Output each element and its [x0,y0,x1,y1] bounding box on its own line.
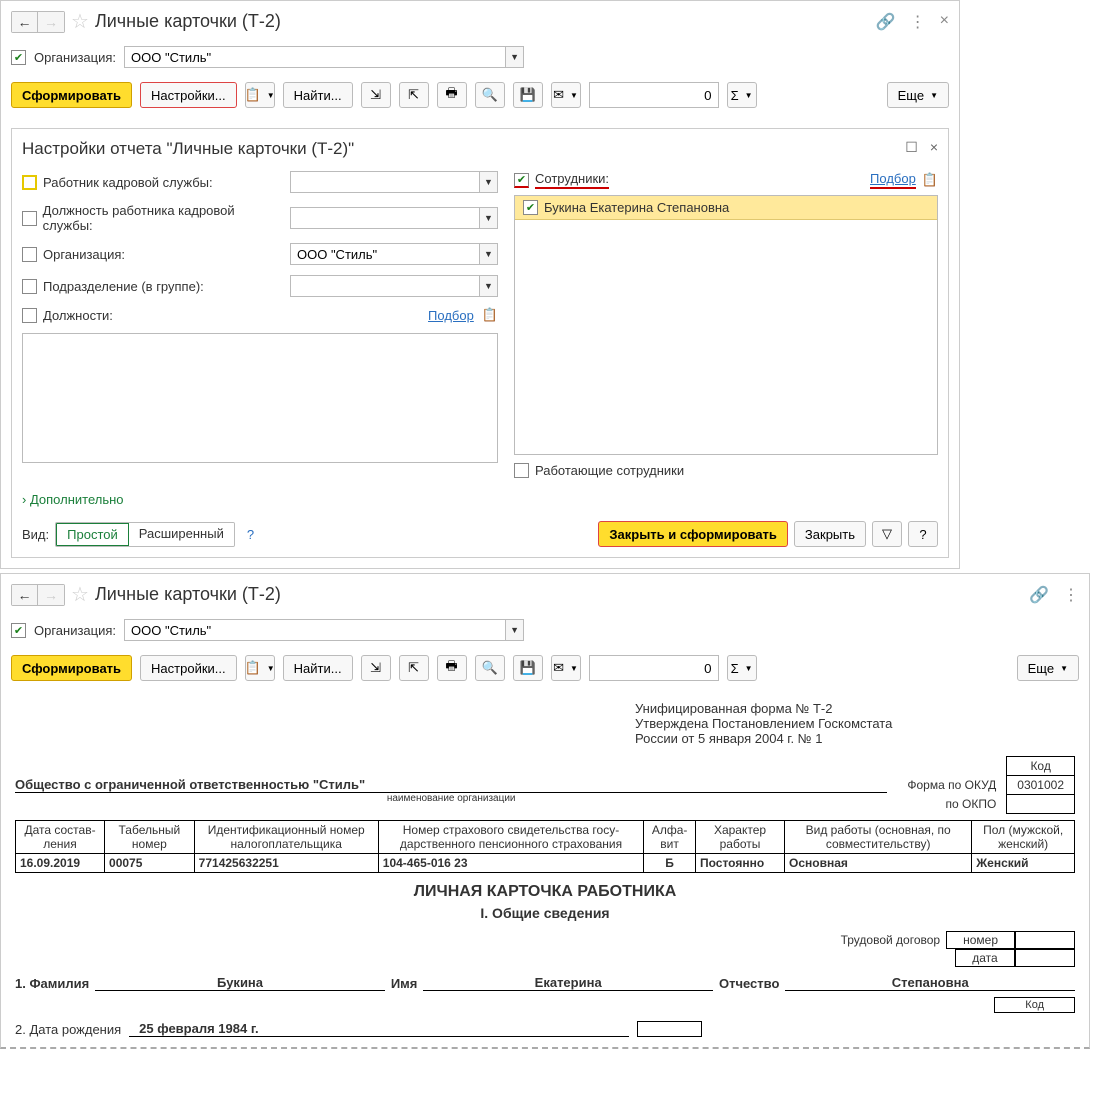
settings-button[interactable]: Настройки... [140,82,237,108]
more-button-2[interactable]: Еще▼ [1017,655,1079,681]
positions-pick[interactable]: Подбор [428,308,474,323]
org-label: Организация: [34,50,116,65]
hr-worker-chk[interactable] [22,175,37,190]
more-icon[interactable]: ⋮ [910,12,926,32]
dept-input[interactable] [291,276,479,296]
save-button-2[interactable]: 💾 [513,655,543,681]
main-table: Дата состав­ленияТабельный номерИдентифи… [15,820,1075,873]
save-button[interactable]: 💾 [513,82,543,108]
employees-pick[interactable]: Подбор [870,171,916,189]
star-icon-2[interactable]: ☆ [71,582,89,607]
paste-button[interactable]: 📋▼ [245,82,275,108]
expand-button-2[interactable]: ⇲ [361,655,391,681]
dept-chk[interactable] [22,279,37,294]
org2-input[interactable] [291,244,479,264]
org-combo-2[interactable] [125,620,505,640]
nav-back-2[interactable]: ← [12,585,38,605]
generate-button[interactable]: Сформировать [11,82,132,108]
employees-list[interactable]: Букина Екатерина Степановна [514,195,938,455]
code-table: Код Форма по ОКУД0301002 по ОКПО [897,756,1075,814]
mail-button[interactable]: ✉▼ [551,82,581,108]
org-combo[interactable] [125,47,505,67]
generate-button-2[interactable]: Сформировать [11,655,132,681]
preview-button[interactable]: 🔍 [475,82,505,108]
more-icon-2[interactable]: ⋮ [1063,585,1079,605]
num-field[interactable] [589,82,719,108]
preview-button-2[interactable]: 🔍 [475,655,505,681]
org-dropdown[interactable]: ▼ [505,47,523,67]
doc-org-name: Общество с ограниченной ответственностью… [15,777,887,793]
working-chk[interactable] [514,463,529,478]
hr-pos-chk[interactable] [22,211,37,226]
nav-fwd-2[interactable]: → [38,585,64,605]
link-icon[interactable]: 🔗 [876,12,896,32]
close-icon[interactable]: × [940,12,949,32]
nav-back[interactable]: ← [12,12,38,32]
window-title: Личные карточки (Т-2) [95,11,870,32]
positions-list[interactable] [22,333,498,463]
paste-button-2[interactable]: 📋▼ [245,655,275,681]
sigma-button-2[interactable]: Σ▼ [727,655,757,681]
collapse-button-2[interactable]: ⇱ [399,655,429,681]
panel-close[interactable]: × [930,139,938,156]
print-button-2[interactable]: 🖶 [437,655,467,681]
pos-chk[interactable] [22,308,37,323]
paste-icon-2[interactable]: 📋 [922,172,938,188]
view-ext[interactable]: Расширенный [129,523,234,546]
expand-button[interactable]: ⇲ [361,82,391,108]
paste-icon[interactable]: 📋 [482,307,498,323]
org-checkbox[interactable] [11,50,26,65]
star-icon[interactable]: ☆ [71,9,89,34]
link-icon-2[interactable]: 🔗 [1029,585,1049,605]
doc-section-1: I. Общие сведения [15,905,1075,921]
emp-row-chk[interactable] [523,200,538,215]
find-button-2[interactable]: Найти... [283,655,353,681]
num-field-2[interactable] [589,655,719,681]
hr-pos-input[interactable] [291,208,479,228]
view-simple[interactable]: Простой [56,523,129,546]
panel-title: Настройки отчета "Личные карточки (Т-2)" [22,139,938,159]
advanced-link[interactable]: Дополнительно [22,492,124,507]
org2-chk[interactable] [22,247,37,262]
panel-maximize[interactable]: ☐ [905,139,918,156]
print-button[interactable]: 🖶 [437,82,467,108]
collapse-button[interactable]: ⇱ [399,82,429,108]
hr-worker-input[interactable] [291,172,479,192]
employee-row[interactable]: Букина Екатерина Степановна [515,196,937,220]
org-checkbox-2[interactable] [11,623,26,638]
window-title-2: Личные карточки (Т-2) [95,584,1023,605]
help-button[interactable]: ? [908,521,938,547]
report-document: Унифицированная форма № Т-2 Утверждена П… [1,691,1089,1047]
filter-button[interactable]: ▽ [872,521,902,547]
close-generate-button[interactable]: Закрыть и сформировать [598,521,788,547]
find-button[interactable]: Найти... [283,82,353,108]
employees-chk[interactable] [514,173,529,188]
employees-label: Сотрудники: [535,171,609,189]
nav-fwd[interactable]: → [38,12,64,32]
mail-button-2[interactable]: ✉▼ [551,655,581,681]
settings-button-2[interactable]: Настройки... [140,655,237,681]
sigma-button[interactable]: Σ▼ [727,82,757,108]
doc-card-title: ЛИЧНАЯ КАРТОЧКА РАБОТНИКА [15,883,1075,901]
more-button[interactable]: Еще▼ [887,82,949,108]
help-view[interactable]: ? [247,527,254,542]
close-button[interactable]: Закрыть [794,521,866,547]
